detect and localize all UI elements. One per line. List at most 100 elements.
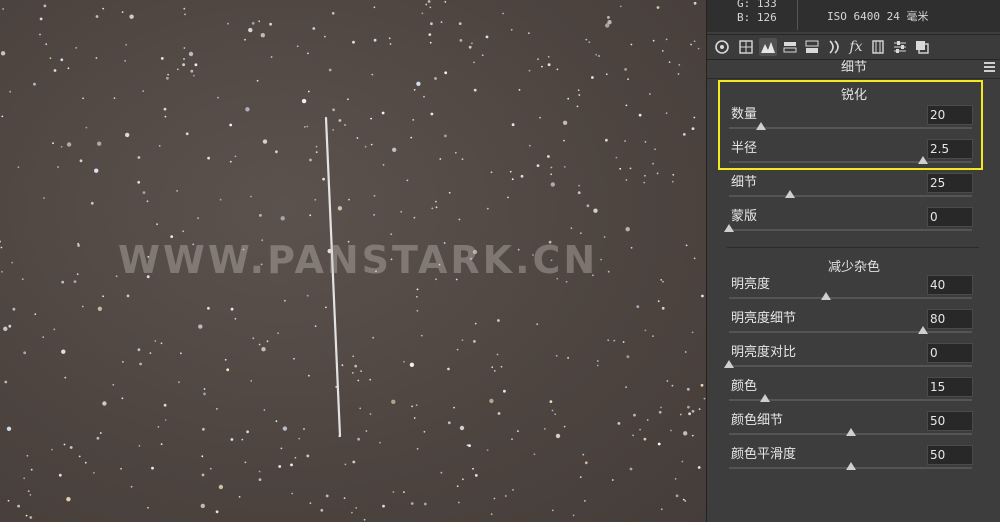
star (357, 379, 360, 382)
star (435, 206, 438, 209)
star (657, 442, 661, 446)
star (183, 47, 186, 49)
sliders-icon[interactable] (891, 38, 909, 56)
star (697, 47, 700, 50)
slider-track[interactable] (729, 331, 972, 333)
photo-canvas[interactable]: WWW.PANSTARK.CN (0, 0, 706, 522)
star (53, 69, 57, 72)
star (359, 407, 362, 410)
star (693, 40, 696, 43)
panel-menu-icon[interactable] (984, 62, 995, 72)
slider-value-input[interactable]: 0 (927, 207, 973, 227)
star (308, 374, 310, 377)
star (344, 124, 346, 126)
star (657, 300, 660, 303)
star (160, 57, 164, 60)
slider-thumb[interactable] (784, 190, 795, 198)
star (471, 42, 473, 45)
watermark-text: WWW.PANSTARK.CN (118, 238, 599, 282)
star (176, 68, 179, 71)
star (372, 336, 374, 339)
star (79, 159, 83, 163)
star (64, 376, 67, 379)
slider-value-input[interactable]: 40 (927, 275, 973, 295)
slider-thumb[interactable] (724, 360, 734, 368)
camera-calibration-icon[interactable] (869, 38, 887, 56)
star (674, 478, 677, 480)
star (430, 112, 434, 116)
star (193, 74, 195, 77)
star (303, 428, 305, 430)
slider-thumb[interactable] (821, 292, 832, 300)
detail-icon[interactable] (759, 38, 777, 56)
star (344, 463, 347, 466)
star (423, 430, 426, 433)
slider-value-input[interactable]: 25 (927, 173, 973, 193)
star (691, 331, 694, 334)
star (665, 112, 668, 115)
star (30, 468, 33, 471)
slider-track[interactable] (729, 365, 972, 367)
star (229, 123, 233, 127)
star (160, 342, 163, 345)
basic-aperture-icon[interactable] (713, 38, 731, 56)
fx-icon[interactable]: fx (847, 38, 865, 56)
slider-thumb[interactable] (760, 394, 771, 402)
star (429, 6, 432, 9)
star (137, 348, 141, 352)
star (429, 41, 432, 44)
star (539, 116, 541, 119)
star (262, 139, 268, 144)
star (142, 191, 146, 195)
star (291, 492, 294, 495)
star (636, 305, 640, 308)
star (7, 499, 10, 502)
star (688, 412, 691, 416)
slider-value-input[interactable]: 15 (927, 377, 973, 397)
star (76, 273, 79, 276)
slider-track[interactable] (729, 229, 972, 231)
slider-track[interactable] (729, 195, 972, 197)
star (17, 504, 20, 508)
star (403, 491, 405, 493)
slider-thumb[interactable] (918, 326, 929, 334)
star (352, 40, 355, 44)
star (577, 191, 581, 195)
tone-curve-icon[interactable] (737, 38, 755, 56)
star (550, 166, 553, 169)
star (625, 386, 627, 388)
star (496, 353, 499, 356)
star (693, 1, 697, 5)
star (138, 445, 141, 447)
star (371, 73, 374, 76)
star (687, 405, 690, 409)
star (626, 355, 630, 359)
star (277, 332, 279, 334)
star (644, 174, 646, 177)
star (176, 190, 179, 192)
star (503, 389, 506, 393)
star (93, 472, 95, 474)
hsl-icon[interactable] (781, 38, 799, 56)
star (502, 12, 504, 15)
slider-value-input[interactable]: 0 (927, 343, 973, 363)
star (219, 198, 222, 201)
star (325, 306, 327, 309)
slider-label: 颜色平滑度 (731, 447, 797, 462)
star (611, 479, 614, 481)
slider-value-input[interactable]: 50 (927, 445, 973, 465)
slider-value-input[interactable]: 50 (927, 411, 973, 431)
slider-label: 明亮度 (731, 277, 771, 292)
split-toning-icon[interactable] (803, 38, 821, 56)
slider-thumb[interactable] (724, 224, 734, 232)
slider-value-input[interactable]: 80 (927, 309, 973, 329)
slider-thumb[interactable] (845, 428, 856, 436)
star (182, 63, 186, 67)
presets-icon[interactable] (913, 38, 931, 56)
slider-thumb[interactable] (845, 462, 856, 470)
star (617, 422, 621, 425)
star (298, 437, 301, 440)
slider-track[interactable] (729, 297, 972, 299)
star (351, 511, 353, 514)
lens-icon[interactable] (825, 38, 843, 56)
